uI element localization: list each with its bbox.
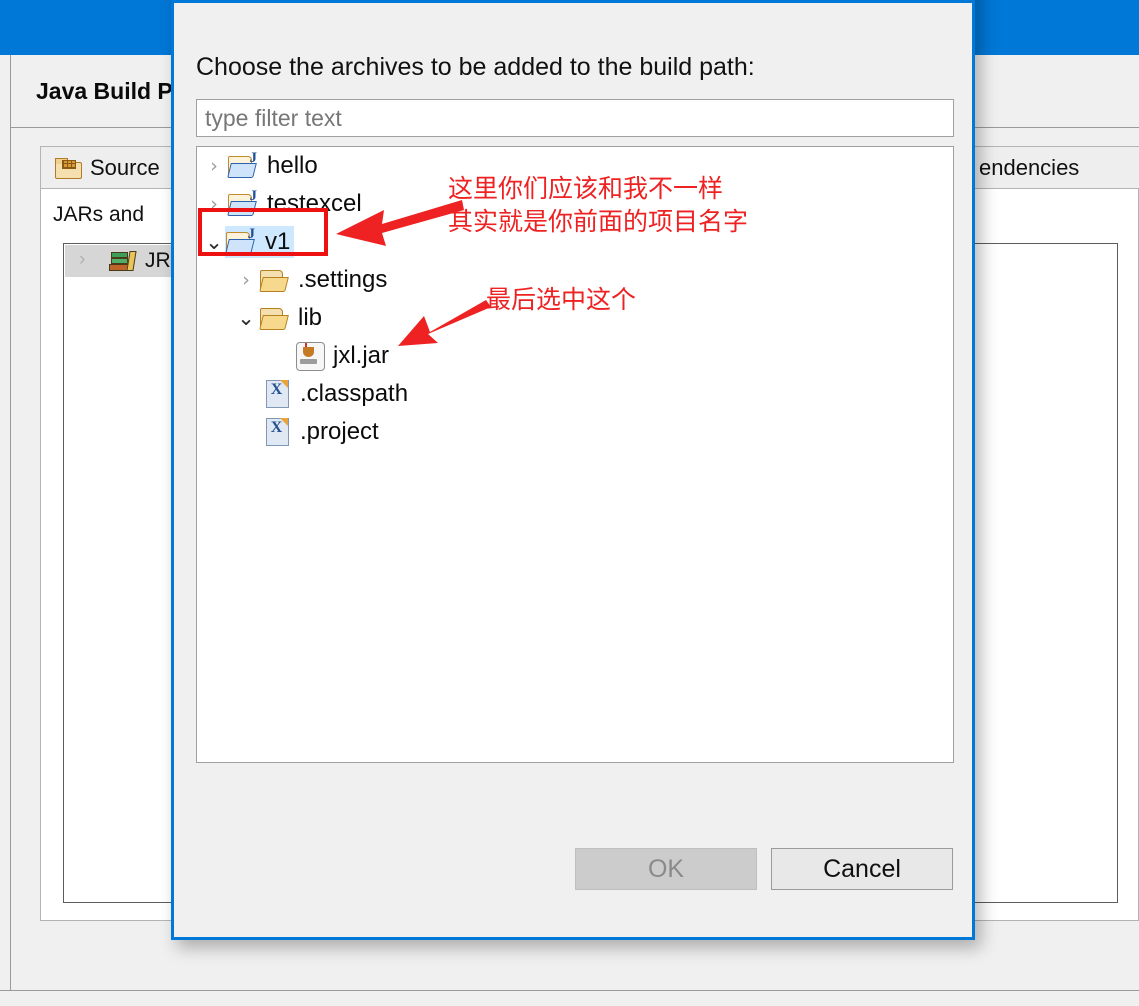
filter-input[interactable]: [196, 99, 954, 137]
tree-indent-spacer: •: [237, 423, 263, 442]
archive-tree[interactable]: › J hello › J testexcel ⌄ J v1 › .settin…: [196, 146, 954, 763]
cancel-button[interactable]: Cancel: [771, 848, 953, 890]
bottom-separator: [0, 990, 1139, 991]
annotation-note-1: 这里你们应该和我不一样 其实就是你前面的项目名字: [448, 172, 748, 238]
annotation-note-1-line-1: 这里你们应该和我不一样: [448, 174, 724, 203]
tree-item-label: lib: [298, 304, 323, 331]
tree-item-label: .project: [300, 418, 379, 445]
java-project-folder-icon: J: [227, 150, 261, 180]
chevron-right-icon[interactable]: ›: [233, 270, 259, 290]
jars-panel-label: JARs and: [53, 203, 145, 226]
java-project-folder-icon: J: [227, 188, 261, 218]
tree-item-label: jxl.jar: [333, 342, 390, 369]
xml-file-icon: X: [263, 417, 293, 447]
tree-item-jxl-jar[interactable]: • jxl.jar: [197, 337, 953, 375]
source-folder-icon: [55, 158, 82, 179]
chevron-right-icon[interactable]: ›: [201, 156, 227, 176]
left-divider: [10, 55, 11, 990]
jar-file-icon: [295, 341, 327, 371]
dialog-prompt: Choose the archives to be added to the b…: [196, 53, 755, 81]
folder-icon: [259, 267, 291, 293]
tree-item-label: hello: [267, 152, 318, 179]
tree-item-label: testexcel: [267, 190, 362, 217]
tree-indent-spacer: •: [237, 385, 263, 404]
jar-selection-dialog: ✕ Choose the archives to be added to the…: [171, 0, 975, 940]
tab-source-label: Source: [90, 155, 160, 180]
tree-item-label: v1: [265, 228, 291, 255]
chevron-down-icon[interactable]: ⌄: [201, 231, 227, 253]
tree-item-label: .classpath: [300, 380, 409, 407]
tree-item-label: .settings: [298, 266, 388, 293]
tree-item-classpath[interactable]: • X .classpath: [197, 375, 953, 413]
java-project-folder-icon: J: [225, 226, 259, 256]
chevron-down-icon[interactable]: ⌄: [233, 307, 259, 329]
dialog-titlebar: ✕: [174, 0, 972, 3]
tab-order-and-export[interactable]: endencies: [964, 146, 1139, 189]
tree-item-project[interactable]: • X .project: [197, 413, 953, 451]
xml-file-icon: X: [263, 379, 293, 409]
tree-indent-spacer: •: [269, 347, 295, 366]
annotation-note-2: 最后选中这个: [486, 285, 637, 314]
jre-library-icon: [109, 250, 137, 272]
ok-button[interactable]: OK: [575, 848, 757, 890]
selection-highlight: J v1: [225, 226, 295, 258]
chevron-right-icon[interactable]: ›: [201, 194, 227, 214]
annotation-note-1-line-2: 其实就是你前面的项目名字: [448, 207, 749, 236]
chevron-right-icon[interactable]: ›: [79, 250, 95, 269]
tab-order-label: endencies: [979, 155, 1080, 180]
folder-icon: [259, 305, 291, 331]
